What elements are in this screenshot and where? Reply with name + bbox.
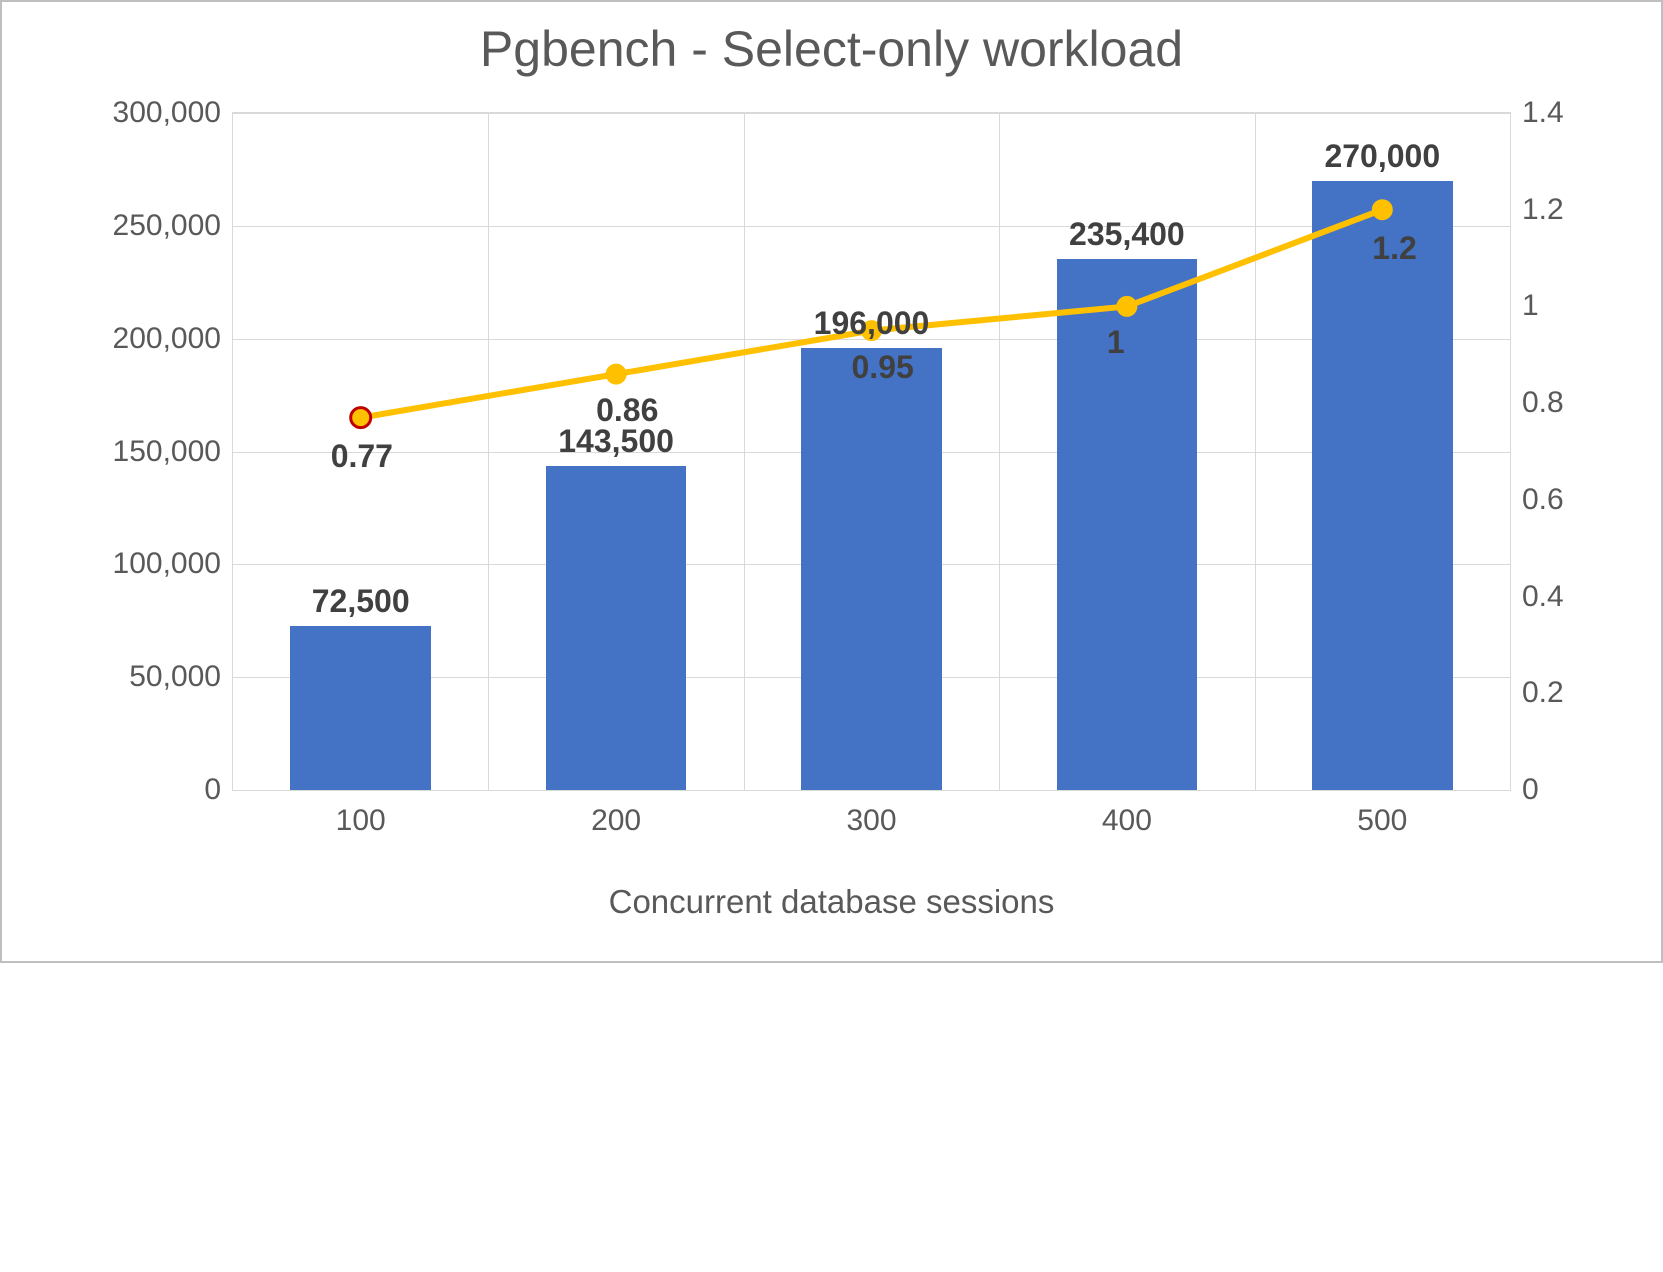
y1-tick-label: 50,000 bbox=[129, 660, 233, 694]
y2-tick-label: 0.2 bbox=[1510, 676, 1564, 710]
line-data-label: 1.2 bbox=[1372, 230, 1416, 267]
y2-tick-label: 1.4 bbox=[1510, 96, 1564, 130]
y2-tick-label: 0.6 bbox=[1510, 483, 1564, 517]
bar-data-label: 235,400 bbox=[1069, 216, 1185, 253]
x-tick-label: 400 bbox=[1102, 790, 1152, 838]
bar-data-label: 270,000 bbox=[1324, 138, 1440, 175]
line-data-label: 0.77 bbox=[331, 438, 393, 475]
y2-tick-label: 1 bbox=[1510, 289, 1539, 323]
y1-tick-label: 100,000 bbox=[113, 547, 233, 581]
x-tick-label: 500 bbox=[1357, 790, 1407, 838]
bar-data-label: 196,000 bbox=[814, 305, 930, 342]
y2-tick-label: 1.2 bbox=[1510, 193, 1564, 227]
line-data-label: 1 bbox=[1107, 324, 1125, 361]
bar-data-label: 72,500 bbox=[312, 583, 410, 620]
x-tick-label: 300 bbox=[846, 790, 896, 838]
y1-tick-label: 150,000 bbox=[113, 435, 233, 469]
y2-tick-label: 0.8 bbox=[1510, 386, 1564, 420]
data-labels-layer: 72,500143,500196,000235,400270,0000.770.… bbox=[233, 113, 1510, 790]
plot-area: 72,500143,500196,000235,400270,0000.770.… bbox=[232, 112, 1511, 791]
y1-tick-label: 200,000 bbox=[113, 322, 233, 356]
line-data-label: 0.86 bbox=[596, 392, 658, 429]
y1-tick-label: 300,000 bbox=[113, 96, 233, 130]
line-data-label: 0.95 bbox=[852, 349, 914, 386]
x-tick-label: 100 bbox=[336, 790, 386, 838]
chart-container: Pgbench - Select-only workload Physical … bbox=[0, 0, 1663, 963]
chart-title: Pgbench - Select-only workload bbox=[2, 20, 1661, 78]
y2-tick-label: 0 bbox=[1510, 773, 1539, 807]
y1-tick-label: 250,000 bbox=[113, 209, 233, 243]
y2-tick-label: 0.4 bbox=[1510, 580, 1564, 614]
x-axis-label: Concurrent database sessions bbox=[2, 883, 1661, 921]
y1-tick-label: 0 bbox=[204, 773, 233, 807]
x-tick-label: 200 bbox=[591, 790, 641, 838]
